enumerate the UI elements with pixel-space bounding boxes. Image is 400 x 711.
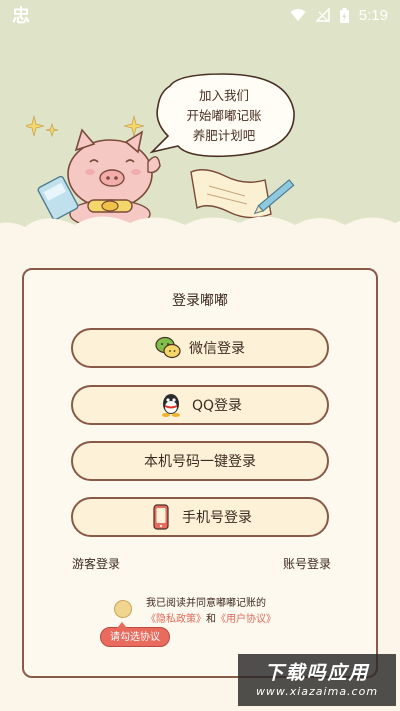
phone-login-button[interactable]: 手机号登录	[71, 497, 329, 537]
qq-login-button[interactable]: QQ登录	[71, 385, 329, 425]
qq-login-label: QQ登录	[191, 398, 243, 414]
status-bar: 忠 5:19	[0, 0, 400, 30]
phone-icon	[153, 504, 169, 530]
and-text: 和	[206, 614, 216, 625]
bubble-line-3: 养肥计划吧	[192, 128, 256, 143]
signal-icon	[315, 8, 330, 22]
agreement-tooltip: 请勾选协议	[100, 622, 170, 647]
account-login-link[interactable]: 账号登录	[283, 555, 331, 572]
bubble-line-2: 开始嘟嘟记账	[186, 108, 262, 123]
app-notification-icon: 忠	[12, 6, 30, 27]
bubble-line-1: 加入我们	[198, 88, 249, 103]
privacy-policy-link[interactable]: 《隐私政策》	[146, 614, 206, 625]
wechat-icon	[155, 336, 181, 359]
clock: 5:19	[358, 6, 388, 24]
qq-icon	[161, 394, 180, 417]
agreement-text: 我已阅读并同意嘟嘟记账的 《隐私政策》和《用户协议》	[146, 596, 276, 628]
watermark-url: www.xiazaima.com	[255, 685, 379, 698]
watermark-title: 下载吗应用	[264, 662, 370, 684]
wechat-login-label: 微信登录	[189, 341, 245, 357]
phone-login-label: 手机号登录	[182, 510, 252, 526]
user-agreement-link[interactable]: 《用户协议》	[216, 614, 276, 625]
watermark-logo: 下载吗应用 www.xiazaima.com	[238, 654, 396, 706]
guest-login-link[interactable]: 游客登录	[72, 555, 120, 572]
onekey-login-label: 本机号码一键登录	[144, 454, 256, 470]
cloud-divider	[0, 216, 400, 275]
onekey-login-button[interactable]: 本机号码一键登录	[71, 441, 329, 481]
bubble-text: 加入我们 开始嘟嘟记账 养肥计划吧	[160, 86, 288, 146]
battery-icon	[339, 7, 349, 23]
wifi-icon	[290, 9, 306, 21]
agreement-line: 我已阅读并同意嘟嘟记账的	[146, 598, 266, 609]
agreement-checkbox[interactable]	[114, 600, 132, 618]
login-title: 登录嘟嘟	[172, 293, 228, 309]
wechat-login-button[interactable]: 微信登录	[71, 328, 329, 368]
